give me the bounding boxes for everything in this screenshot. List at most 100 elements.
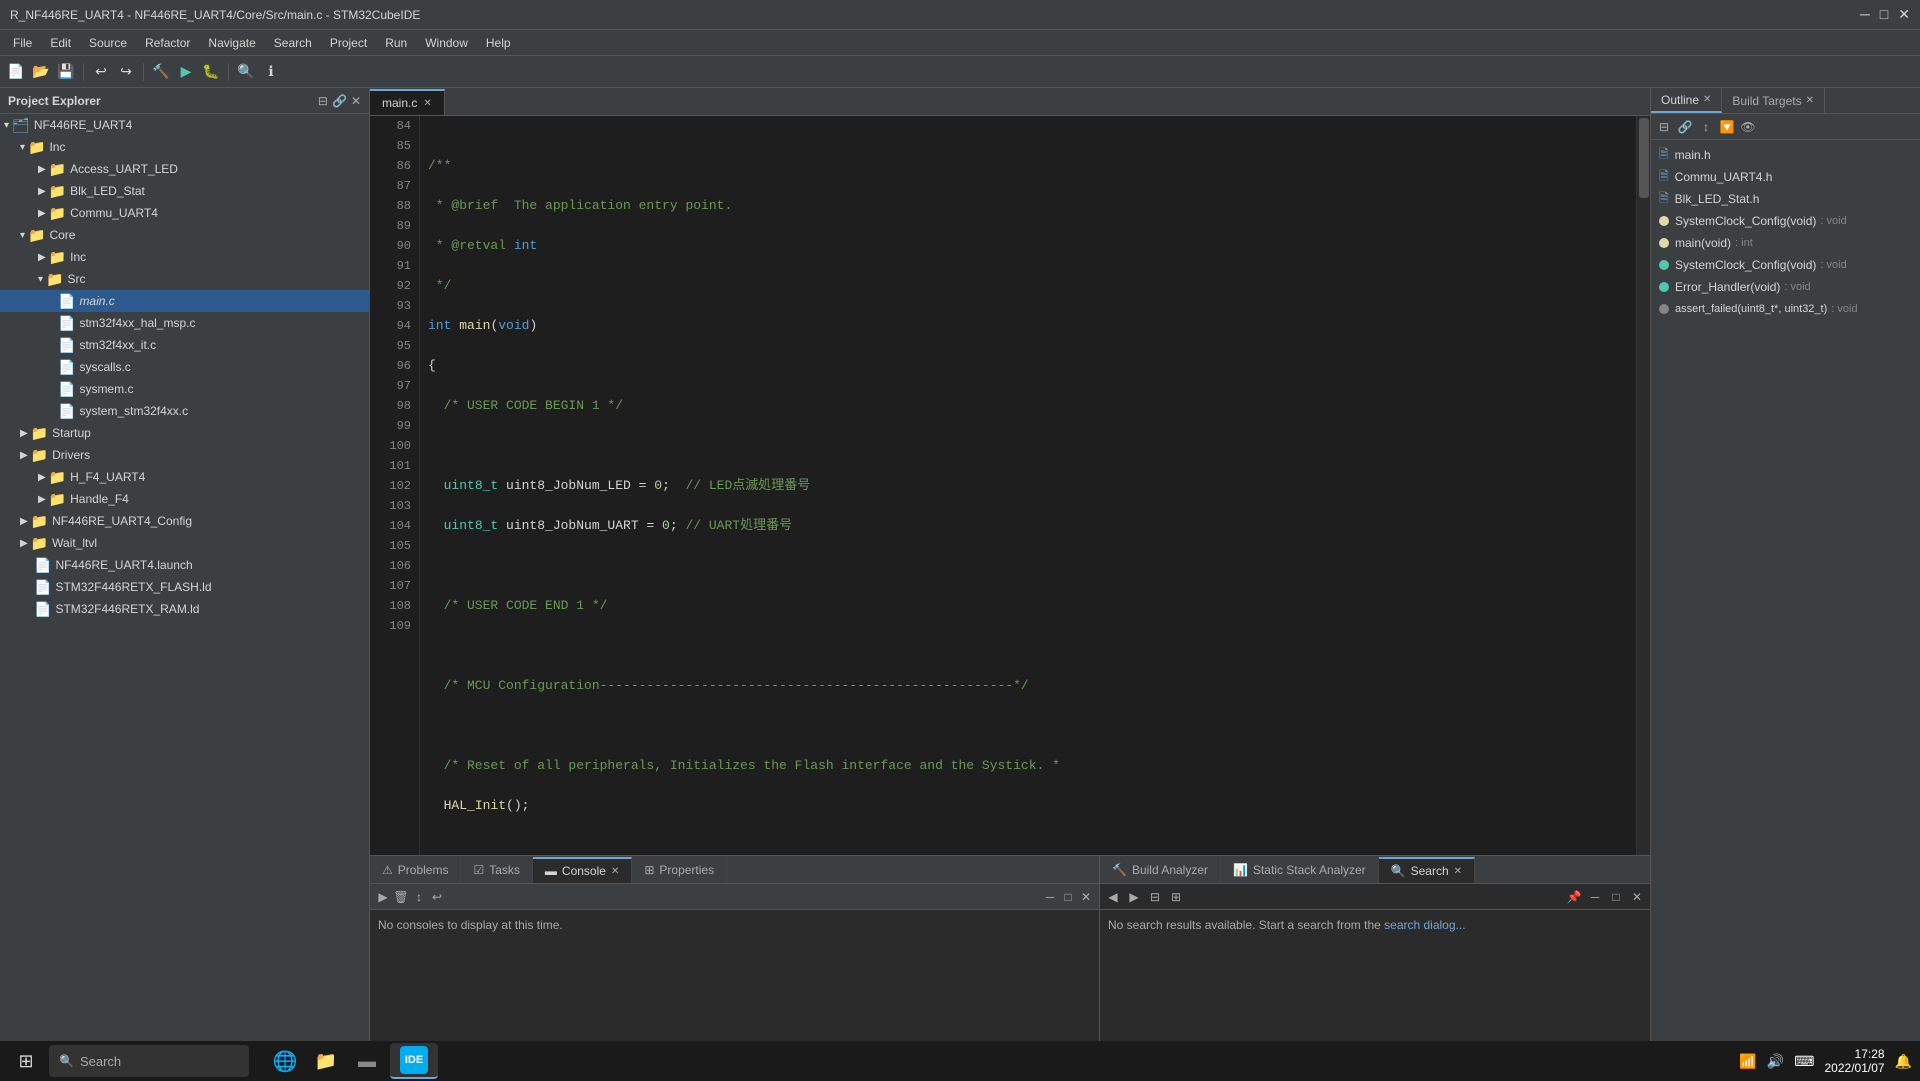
taskbar-browser-btn[interactable]: 🌐 [267, 1043, 303, 1079]
tab-build-analyzer[interactable]: 🔨 Build Analyzer [1100, 857, 1221, 883]
taskbar-explorer-btn[interactable]: 📁 [308, 1043, 344, 1079]
tree-item-stm32f4xx-it[interactable]: 📄 stm32f4xx_it.c [0, 334, 369, 356]
outline-filter-btn[interactable]: 🔽 [1718, 118, 1736, 136]
outline-item-error-handler[interactable]: Error_Handler(void) : void [1651, 276, 1920, 298]
tree-item-config[interactable]: ▶ 📁 NF446RE_UART4_Config [0, 510, 369, 532]
tab-outline[interactable]: Outline ✕ [1651, 88, 1722, 113]
link-icon[interactable]: 🔗 [332, 94, 347, 108]
tree-item-src[interactable]: ▾ 📁 Src [0, 268, 369, 290]
menu-window[interactable]: Window [417, 34, 476, 52]
tree-item-commu-uart4[interactable]: ▶ 📁 Commu_UART4 [0, 202, 369, 224]
debug-button[interactable]: 🐛 [200, 61, 222, 83]
tab-static-stack[interactable]: 📊 Static Stack Analyzer [1221, 857, 1379, 883]
tree-item-stm32f4xx-hal-msp[interactable]: 📄 stm32f4xx_hal_msp.c [0, 312, 369, 334]
run-button[interactable]: ▶ [175, 61, 197, 83]
console-scroll-lock-btn[interactable]: ↕ [410, 888, 428, 906]
code-content[interactable]: /** * @brief The application entry point… [420, 116, 1636, 855]
taskbar-notification-icon[interactable]: 🔔 [1895, 1053, 1912, 1070]
tree-item-system-stm32f4xx[interactable]: 📄 system_stm32f4xx.c [0, 400, 369, 422]
save-button[interactable]: 💾 [55, 61, 77, 83]
search-close-icon[interactable]: ✕ [1454, 866, 1462, 877]
tree-item-core[interactable]: ▾ 📁 Core [0, 224, 369, 246]
outline-item-sysclock-decl[interactable]: SystemClock_Config(void) : void [1651, 210, 1920, 232]
scrollbar-thumb[interactable] [1639, 118, 1649, 198]
tree-item-launch[interactable]: 📄 NF446RE_UART4.launch [0, 554, 369, 576]
taskbar-ide-btn[interactable]: IDE [390, 1043, 438, 1079]
tab-tasks[interactable]: ☑ Tasks [461, 857, 532, 883]
search-close-panel-btn[interactable]: ✕ [1628, 888, 1646, 906]
close-button[interactable]: ✕ [1898, 6, 1910, 23]
outline-link-with-editor-btn[interactable]: 🔗 [1676, 118, 1694, 136]
outline-sort-btn[interactable]: ↕ [1697, 118, 1715, 136]
menu-refactor[interactable]: Refactor [137, 34, 198, 52]
open-button[interactable]: 📂 [30, 61, 52, 83]
console-clear-btn[interactable]: 🗑 [392, 888, 410, 906]
search-pin-btn[interactable]: 📌 [1565, 888, 1583, 906]
outline-item-sysclock-def[interactable]: SystemClock_Config(void) : void [1651, 254, 1920, 276]
info-button[interactable]: ℹ [260, 61, 282, 83]
new-button[interactable]: 📄 [5, 61, 27, 83]
tree-item-h-f4-uart4[interactable]: ▶ 📁 H_F4_UART4 [0, 466, 369, 488]
console-maximize-btn[interactable]: □ [1059, 888, 1077, 906]
tab-search[interactable]: 🔍 Search ✕ [1379, 857, 1475, 883]
undo-button[interactable]: ↩ [90, 61, 112, 83]
outline-item-assert-failed[interactable]: assert_failed(uint8_t*, uint32_t) : void [1651, 298, 1920, 320]
outline-collapse-btn[interactable]: ⊟ [1655, 118, 1673, 136]
maximize-button[interactable]: □ [1880, 6, 1888, 23]
code-editor[interactable]: 84 85 86 87 88 89 90 91 92 93 94 95 96 9… [370, 116, 1650, 855]
search-maximize-btn[interactable]: □ [1607, 888, 1625, 906]
tree-item-blk-led-stat[interactable]: ▶ 📁 Blk_LED_Stat [0, 180, 369, 202]
editor-scrollbar[interactable] [1636, 116, 1650, 855]
search-button[interactable]: 🔍 [235, 61, 257, 83]
outline-item-commu-uart4-h[interactable]: 🗎 Commu_UART4.h [1651, 166, 1920, 188]
taskbar-terminal-btn[interactable]: ▬ [349, 1043, 385, 1079]
tree-item-main-c[interactable]: 📄 main.c [0, 290, 369, 312]
outline-hide-btn[interactable]: 👁 [1739, 118, 1757, 136]
menu-run[interactable]: Run [377, 34, 415, 52]
menu-edit[interactable]: Edit [42, 34, 79, 52]
console-close-icon[interactable]: ✕ [611, 866, 619, 877]
search-expand-btn[interactable]: ⊞ [1167, 888, 1185, 906]
menu-source[interactable]: Source [81, 34, 135, 52]
console-word-wrap-btn[interactable]: ↩ [428, 888, 446, 906]
menu-project[interactable]: Project [322, 34, 375, 52]
search-show-previous-btn[interactable]: ◀ [1104, 888, 1122, 906]
menu-navigate[interactable]: Navigate [200, 34, 263, 52]
menu-file[interactable]: File [5, 34, 40, 52]
build-button[interactable]: 🔨 [150, 61, 172, 83]
search-collapse-btn[interactable]: ⊟ [1146, 888, 1164, 906]
console-open-console-btn[interactable]: ▶ [374, 888, 392, 906]
console-minimize-btn[interactable]: ─ [1041, 888, 1059, 906]
outline-item-main-h[interactable]: 🗎 main.h [1651, 144, 1920, 166]
tree-item-nf446re-uart4[interactable]: ▾ 🗂 NF446RE_UART4 [0, 114, 369, 136]
tree-item-access-uart-led[interactable]: ▶ 📁 Access_UART_LED [0, 158, 369, 180]
tree-item-startup[interactable]: ▶ 📁 Startup [0, 422, 369, 444]
tab-properties[interactable]: ⊞ Properties [632, 857, 727, 883]
tab-build-targets[interactable]: Build Targets ✕ [1722, 88, 1825, 113]
tree-item-sysmem[interactable]: 📄 sysmem.c [0, 378, 369, 400]
tree-item-syscalls[interactable]: 📄 syscalls.c [0, 356, 369, 378]
tab-console[interactable]: ▬ Console ✕ [533, 857, 632, 883]
tab-main-c[interactable]: main.c ✕ [370, 89, 445, 115]
start-button[interactable]: ⊞ [8, 1043, 44, 1079]
close-explorer-icon[interactable]: ✕ [351, 94, 361, 108]
search-show-next-btn[interactable]: ▶ [1125, 888, 1143, 906]
tree-item-wait-ltvl[interactable]: ▶ 📁 Wait_ltvl [0, 532, 369, 554]
minimize-button[interactable]: ─ [1860, 6, 1870, 23]
tree-item-ram-ld[interactable]: 📄 STM32F446RETX_RAM.ld [0, 598, 369, 620]
tree-item-inc[interactable]: ▶ 📁 Inc [0, 246, 369, 268]
redo-button[interactable]: ↪ [115, 61, 137, 83]
tree-item-handle-f4[interactable]: ▶ 📁 Handle_F4 [0, 488, 369, 510]
outline-item-blk-led-stat-h[interactable]: 🗎 Blk_LED_Stat.h [1651, 188, 1920, 210]
tree-item-drivers[interactable]: ▶ 📁 Drivers [0, 444, 369, 466]
tab-problems[interactable]: ⚠ Problems [370, 857, 461, 883]
search-dialog-link[interactable]: search dialog... [1384, 918, 1465, 932]
build-targets-close-icon[interactable]: ✕ [1806, 95, 1814, 106]
menu-search[interactable]: Search [266, 34, 320, 52]
taskbar-search-box[interactable]: 🔍 Search [49, 1045, 249, 1077]
tab-close-icon[interactable]: ✕ [423, 98, 431, 109]
search-minimize-btn[interactable]: ─ [1586, 888, 1604, 906]
console-close-btn[interactable]: ✕ [1077, 888, 1095, 906]
outline-close-icon[interactable]: ✕ [1703, 94, 1711, 105]
collapse-all-icon[interactable]: ⊟ [318, 94, 328, 108]
